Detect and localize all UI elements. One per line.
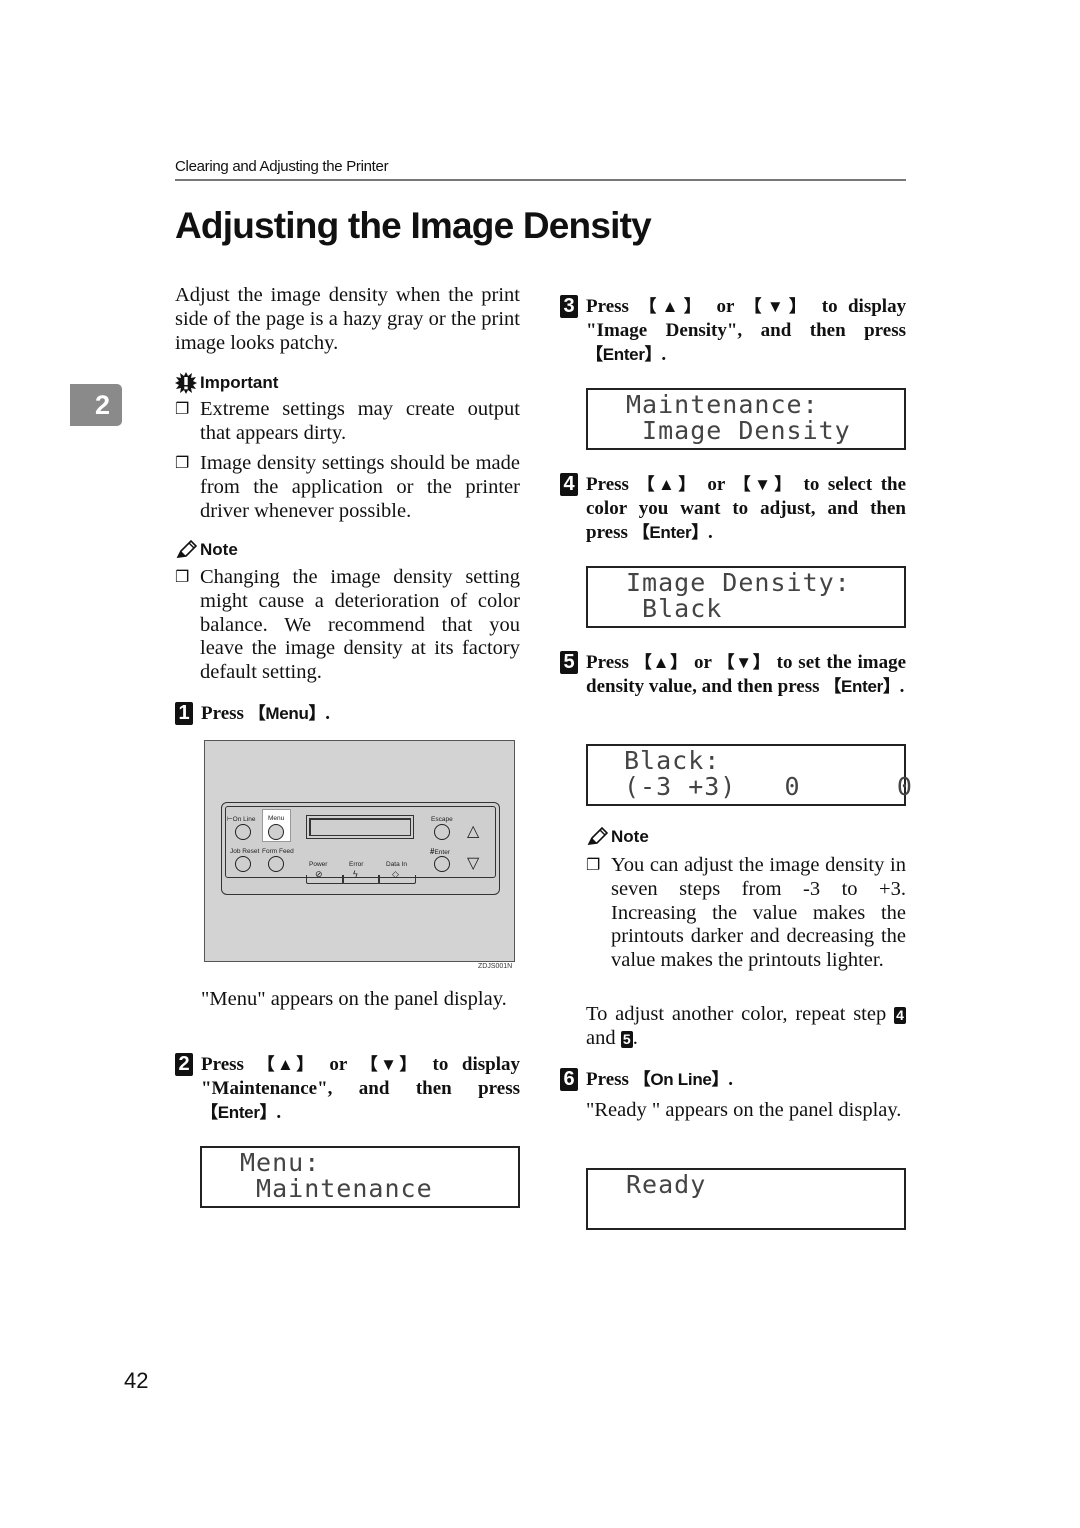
checkbox-bullet-icon: ❐ [175, 455, 190, 472]
lcd-display: Menu: Maintenance [200, 1146, 520, 1208]
checkbox-bullet-icon: ❐ [175, 569, 190, 586]
step-number-badge: 3 [560, 295, 578, 318]
pencil-note-icon [176, 540, 197, 558]
lcd-line-1: Image Density: [626, 568, 851, 597]
data-in-label: Data In [386, 861, 407, 868]
on-line-key: 【On Line】 [633, 1070, 729, 1089]
important-item-text: Extreme settings may create output that … [200, 398, 520, 444]
intro-paragraph: Adjust the image density when the print … [175, 284, 520, 354]
step-1: 1 Press 【Menu】. [175, 702, 520, 726]
checkbox-bullet-icon: ❐ [586, 857, 601, 874]
header-rule [175, 179, 906, 181]
up-key: 【▲】 [639, 297, 707, 316]
error-label: Error [349, 861, 364, 868]
on-line-label: ⊢On Line [227, 816, 256, 823]
escape-button[interactable] [434, 824, 450, 840]
power-label: Power [309, 861, 328, 868]
step-3: 3 Press 【▲】 or 【▼】 to display "Image Den… [560, 295, 906, 367]
lcd-display: Maintenance: Image Density [586, 388, 906, 450]
important-burst-icon [175, 372, 197, 394]
step-6-result: "Ready " appears on the panel display. [586, 1099, 902, 1121]
page-number: 42 [124, 1368, 149, 1393]
step-2: 2 Press 【▲】 or 【▼】 to display "Maintenan… [175, 1053, 520, 1125]
down-key: 【▼】 [733, 475, 796, 494]
enter-key: 【Enter】 [632, 523, 709, 542]
job-reset-button[interactable] [235, 856, 251, 872]
lcd-line-1: Menu: [240, 1148, 321, 1177]
important-label: Important [200, 373, 279, 392]
lcd-line-2: Image Density [626, 416, 851, 445]
step-number-badge: 1 [175, 702, 193, 725]
step-number-badge: 2 [175, 1053, 193, 1076]
step-6: 6 Press 【On Line】. [560, 1068, 906, 1092]
enter-key: 【Enter】 [201, 1103, 277, 1122]
lcd-display: Ready [586, 1168, 906, 1230]
lcd-line-2: (-3 +3) 0 0 [624, 772, 913, 801]
down-arrow-button[interactable]: ▽ [467, 856, 479, 872]
step-reference-badge: 4 [894, 1007, 906, 1024]
page-title: Adjusting the Image Density [175, 205, 652, 246]
down-key: 【▼】 [360, 1055, 420, 1074]
step-number-badge: 4 [560, 473, 578, 496]
up-arrow-button[interactable]: △ [467, 824, 479, 840]
enter-button[interactable] [434, 856, 450, 872]
enter-label: #Enter [430, 847, 450, 856]
lcd-line-2: Maintenance [240, 1174, 433, 1203]
menu-label: Menu [268, 815, 285, 822]
down-key: 【▼】 [744, 297, 812, 316]
note-item: ❐ Changing the image density setting mig… [175, 566, 520, 685]
important-item-text: Image density settings should be made fr… [200, 452, 520, 522]
note-item-text: You can adjust the image density in seve… [611, 854, 906, 972]
note-heading: Note [175, 540, 238, 560]
down-key: 【▼】 [717, 653, 771, 672]
important-item: ❐ Image density settings should be made … [175, 452, 520, 523]
lcd-line-2: Black [626, 594, 723, 623]
step-reference-badge: 5 [620, 1030, 633, 1048]
lcd-line-1: Maintenance: [626, 390, 819, 419]
step-5: 5 Press 【▲】 or 【▼】 to set the image dens… [560, 651, 906, 699]
important-item: ❐ Extreme settings may create output tha… [175, 398, 520, 446]
step-number-badge: 6 [560, 1068, 578, 1091]
menu-key: 【Menu】 [248, 704, 326, 723]
step-number-badge: 5 [560, 651, 578, 674]
note-item-text: Changing the image density setting might… [200, 566, 520, 684]
operation-panel: ⊢On Line Menu Job Reset Form Feed Power … [221, 802, 500, 895]
figure-code: ZDJS001N [478, 963, 513, 970]
running-head: Clearing and Adjusting the Printer [175, 158, 389, 175]
note-label: Note [611, 827, 649, 846]
checkbox-bullet-icon: ❐ [175, 401, 190, 418]
form-feed-label: Form Feed [262, 848, 294, 855]
up-key: 【▲】 [634, 653, 689, 672]
up-key: 【▲】 [637, 475, 699, 494]
important-heading: Important [175, 372, 278, 394]
on-line-button[interactable] [235, 824, 251, 840]
enter-key: 【Enter】 [586, 345, 662, 364]
job-reset-label: Job Reset [230, 848, 260, 855]
step-1-result: "Menu" appears on the panel display. [201, 988, 507, 1010]
operation-panel-figure: ⊢On Line Menu Job Reset Form Feed Power … [204, 740, 515, 962]
pencil-note-icon [587, 827, 608, 845]
note-label: Note [200, 540, 238, 559]
form-feed-button[interactable] [268, 856, 284, 872]
panel-display [306, 815, 414, 839]
lcd-line-1: Black: [624, 746, 721, 775]
repeat-instruction: To adjust another color, repeat step 4 a… [586, 1003, 906, 1051]
escape-label: Escape [431, 816, 453, 823]
chapter-tab: 2 [70, 384, 122, 426]
note-heading: Note [586, 827, 649, 847]
up-key: 【▲】 [257, 1055, 316, 1074]
lcd-display: Black: (-3 +3) 0 0 [586, 744, 913, 806]
menu-button[interactable] [268, 824, 284, 840]
step-4: 4 Press 【▲】 or 【▼】 to select the color y… [560, 473, 906, 545]
lcd-line-1: Ready [626, 1170, 707, 1199]
lcd-display: Image Density: Black [586, 566, 906, 628]
enter-key: 【Enter】 [824, 677, 900, 696]
note-item: ❐ You can adjust the image density in se… [586, 854, 906, 973]
